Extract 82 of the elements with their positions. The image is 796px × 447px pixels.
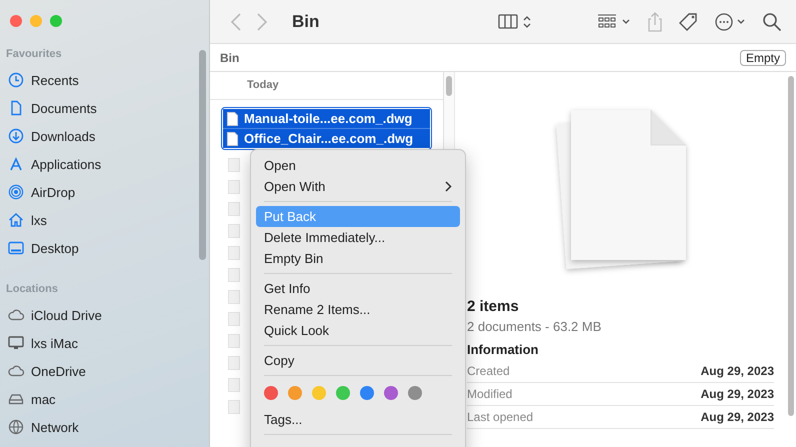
document-icon — [228, 224, 240, 238]
chevron-icon — [445, 181, 452, 192]
scrollbar-thumb[interactable] — [788, 76, 794, 416]
sidebar-item-icon — [8, 184, 24, 200]
search-icon[interactable] — [762, 12, 782, 32]
document-icon — [228, 246, 240, 260]
view-columns-icon[interactable] — [498, 12, 532, 30]
info-value: Aug 29, 2023 — [700, 364, 774, 378]
sidebar-item-icon — [8, 307, 24, 323]
sidebar-item-icon — [8, 240, 24, 256]
menu-item[interactable]: Rename 2 Items... — [256, 299, 460, 320]
document-icon — [228, 356, 240, 370]
menu-item[interactable]: Get Info — [256, 278, 460, 299]
sidebar-item-icon — [8, 419, 24, 435]
sidebar-item-icon — [8, 212, 24, 228]
sidebar-item[interactable]: Documents — [0, 94, 209, 122]
scrollbar-thumb[interactable] — [446, 76, 452, 96]
sidebar-item-icon — [8, 363, 24, 379]
scrollbar-thumb[interactable] — [199, 50, 206, 260]
sidebar-item[interactable]: Downloads — [0, 122, 209, 150]
document-icon — [228, 400, 240, 414]
info-value: Aug 29, 2023 — [700, 410, 774, 424]
menu-item[interactable]: Open — [256, 155, 460, 176]
document-icon — [228, 158, 240, 172]
menu-item[interactable]: Delete Immediately... — [256, 227, 460, 248]
empty-button[interactable]: Empty — [740, 50, 786, 66]
file-row[interactable]: Manual-toile...ee.com_.dwg — [223, 109, 430, 128]
sidebar-item[interactable]: OneDrive — [0, 357, 209, 385]
grid-view-icon[interactable] — [598, 12, 632, 30]
document-icon — [228, 202, 240, 216]
sidebar-heading: Favourites — [5, 47, 63, 62]
group-heading: Today — [210, 72, 443, 100]
document-icon — [227, 132, 238, 146]
share-icon[interactable] — [646, 10, 664, 32]
document-icon — [228, 378, 240, 392]
sidebar-item[interactable]: lxs — [0, 206, 209, 234]
sidebar-item[interactable]: Recents — [0, 66, 209, 94]
forward-icon[interactable] — [256, 12, 268, 32]
document-icon — [228, 290, 240, 304]
info-label: Created — [467, 364, 510, 378]
sidebar-item[interactable]: Network — [0, 413, 209, 441]
sidebar-item[interactable]: Desktop — [0, 234, 209, 262]
menu-item[interactable]: Open With — [256, 176, 460, 197]
close-button[interactable] — [10, 15, 22, 27]
document-icon — [228, 268, 240, 282]
tag-color-dot[interactable] — [408, 386, 422, 400]
document-icon — [228, 334, 240, 348]
sidebar-item[interactable]: lxs iMac — [0, 329, 209, 357]
sidebar-item-icon — [8, 128, 24, 144]
sidebar-item-icon — [8, 335, 24, 351]
menu-item[interactable]: Empty Bin — [256, 248, 460, 269]
path-label: Bin — [220, 50, 240, 64]
document-icon — [228, 312, 240, 326]
sidebar-heading: Locations — [5, 282, 59, 297]
tag-color-dot[interactable] — [384, 386, 398, 400]
sidebar-item-icon — [8, 156, 24, 172]
sidebar-item-icon — [8, 72, 24, 88]
menu-item[interactable]: Copy — [256, 350, 460, 371]
menu-item[interactable]: Quick Look — [256, 320, 460, 341]
zoom-button[interactable] — [50, 15, 62, 27]
info-label: Last opened — [467, 410, 534, 424]
back-icon[interactable] — [230, 12, 242, 32]
info-label: Modified — [467, 387, 512, 401]
info-value: Aug 29, 2023 — [700, 387, 774, 401]
preview-subtitle: 2 documents - 63.2 MB — [467, 319, 602, 334]
tag-color-dot[interactable] — [360, 386, 374, 400]
window-title: Bin — [292, 12, 320, 32]
file-row[interactable]: Office_Chair...ee.com_.dwg — [223, 128, 430, 148]
minimize-button[interactable] — [30, 15, 42, 27]
sidebar-item[interactable]: mac — [0, 385, 209, 413]
sidebar-item[interactable]: AirDrop — [0, 178, 209, 206]
tag-color-dot[interactable] — [288, 386, 302, 400]
menu-item[interactable]: Tags... — [256, 409, 460, 430]
tag-color-dot[interactable] — [336, 386, 350, 400]
sidebar-item[interactable]: iCloud Drive — [0, 301, 209, 329]
tag-color-dot[interactable] — [264, 386, 278, 400]
preview-title: 2 items — [467, 298, 520, 315]
tag-color-dot[interactable] — [312, 386, 326, 400]
document-icon — [228, 180, 240, 194]
document-icon — [227, 112, 238, 126]
info-heading: Information — [467, 342, 540, 357]
sidebar-item[interactable]: Applications — [0, 150, 209, 178]
